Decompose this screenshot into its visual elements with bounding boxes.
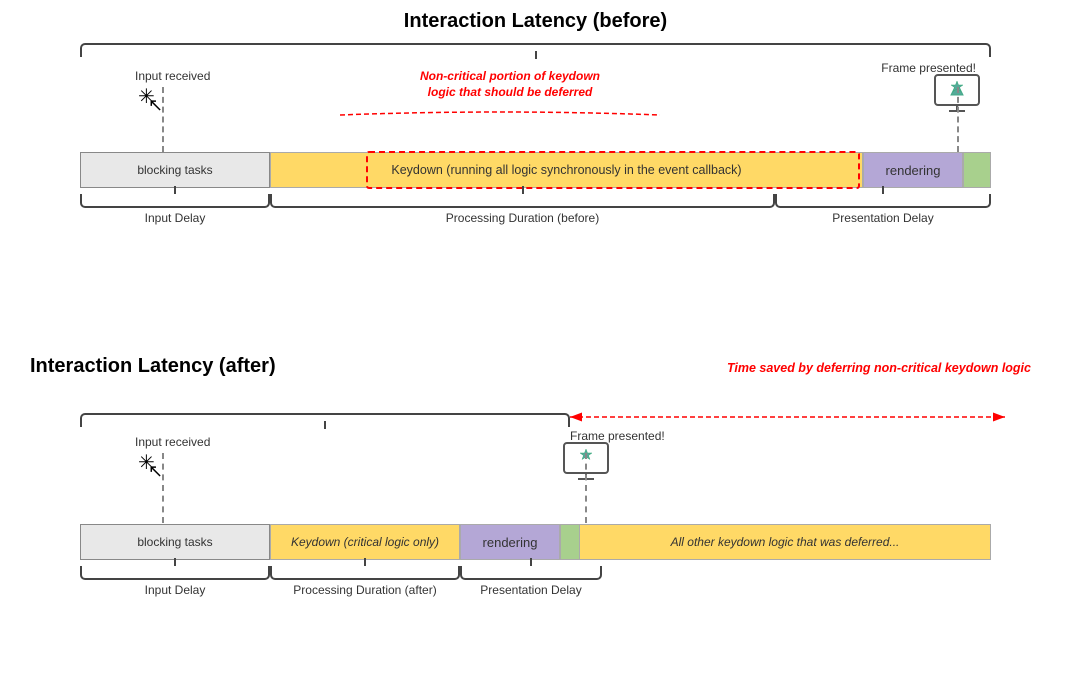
bottom-keydown-bar: Keydown (critical logic only) (270, 524, 460, 560)
bottom-input-delay-brace (80, 566, 270, 580)
bottom-processing-label: Processing Duration (after) (270, 583, 460, 597)
top-title: Interaction Latency (before) (30, 10, 1041, 33)
keydown-bar: Keydown (running all logic synchronously… (270, 152, 863, 188)
top-input-received-label: Input received (135, 69, 210, 83)
bottom-span-brace (80, 413, 570, 429)
top-diagram: Interaction Latency (before) Input recei… (30, 10, 1041, 239)
top-noncritical-label: Non-critical portion of keydownlogic tha… (380, 69, 640, 100)
top-span-brace (80, 43, 991, 59)
bottom-frame-dashed-line (585, 453, 587, 523)
bottom-presentation-label: Presentation Delay (460, 583, 602, 597)
bottom-input-delay-label: Input Delay (80, 583, 270, 597)
time-saved-label: Time saved by deferring non-critical key… (727, 360, 1031, 376)
top-cursor: ↖ (148, 95, 163, 116)
time-saved-arrow (560, 407, 1010, 427)
bottom-blocking-bar: blocking tasks (80, 524, 270, 560)
bottom-deferred-bar: All other keydown logic that was deferre… (580, 524, 991, 560)
main-container: Interaction Latency (before) Input recei… (0, 0, 1071, 690)
bottom-diagram: Interaction Latency (after) Time saved b… (30, 355, 1041, 619)
top-input-dashed-line (162, 87, 164, 152)
top-processing-brace (270, 194, 775, 208)
bottom-cursor: ↖ (148, 461, 163, 482)
top-input-delay-brace (80, 194, 270, 208)
blocking-bar: blocking tasks (80, 152, 270, 188)
top-processing-label: Processing Duration (before) (270, 211, 775, 225)
bottom-rendering-bar: rendering (460, 524, 560, 560)
top-bars-row: blocking tasks Keydown (running all logi… (80, 152, 991, 188)
top-input-delay-label: Input Delay (80, 211, 270, 225)
top-frame-dashed-line (957, 87, 959, 152)
top-presentation-label: Presentation Delay (775, 211, 991, 225)
bottom-presentation-brace (460, 566, 602, 580)
top-noncritical-arrow (330, 107, 670, 127)
bottom-bars-row: blocking tasks Keydown (critical logic o… (80, 524, 991, 560)
bottom-processing-brace (270, 566, 460, 580)
bottom-input-received-label: Input received (135, 435, 210, 449)
rendering-bar: rendering (863, 152, 963, 188)
bottom-input-dashed-line (162, 453, 164, 523)
top-presentation-brace (775, 194, 991, 208)
